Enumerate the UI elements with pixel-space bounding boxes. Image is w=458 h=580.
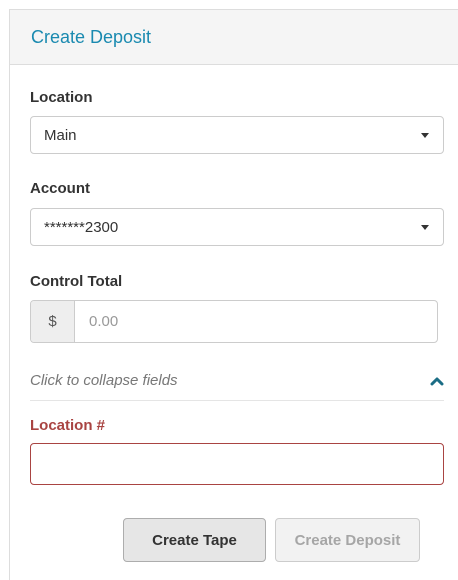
location-number-input[interactable] [30, 443, 444, 485]
create-deposit-panel: Create Deposit Location Main Account ***… [9, 9, 458, 580]
collapse-fields-toggle[interactable]: Click to collapse fields [30, 361, 444, 401]
account-label: Account [30, 180, 90, 197]
control-total-group: $ [30, 300, 438, 343]
location-select-value: Main [44, 126, 77, 144]
panel-title: Create Deposit [31, 26, 152, 47]
location-select[interactable]: Main [30, 116, 444, 154]
caret-down-icon [421, 132, 429, 138]
account-select-value: *******2300 [44, 218, 119, 236]
account-select[interactable]: *******2300 [30, 208, 444, 246]
control-total-label: Control Total [30, 273, 123, 290]
currency-addon: $ [31, 301, 75, 342]
chevron-up-icon[interactable] [430, 376, 444, 386]
location-number-label: Location # [30, 417, 106, 434]
control-total-input[interactable] [75, 301, 437, 342]
collapse-fields-text: Click to collapse fields [30, 372, 178, 389]
location-label: Location [30, 89, 93, 106]
panel-header: Create Deposit [10, 10, 458, 65]
caret-down-icon [421, 224, 429, 230]
create-tape-button[interactable]: Create Tape [123, 518, 266, 562]
create-deposit-button[interactable]: Create Deposit [275, 518, 420, 562]
